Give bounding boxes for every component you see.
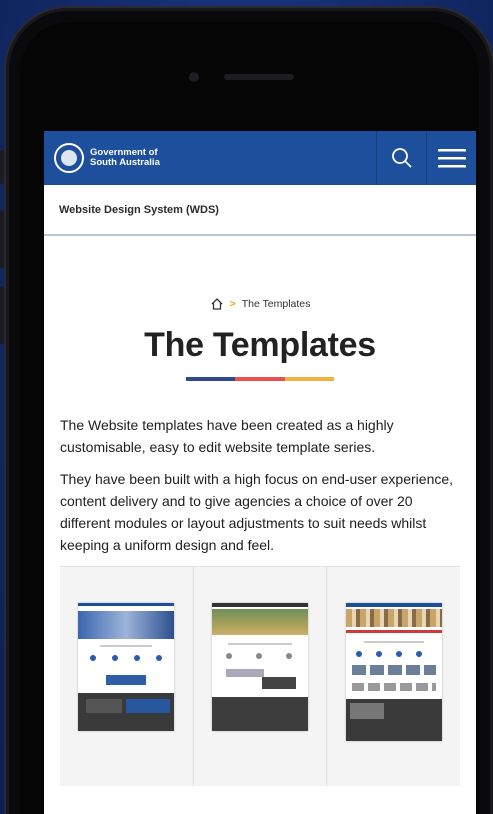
hamburger-menu-icon	[437, 149, 466, 168]
gov-header: Government of South Australia	[44, 131, 476, 185]
breadcrumb: > The Templates	[60, 297, 460, 311]
template-grid	[60, 566, 460, 786]
breadcrumb-separator: >	[229, 298, 236, 310]
template-preview-3	[345, 603, 442, 741]
front-camera	[189, 72, 199, 82]
detail-paragraph: They have been built with a high focus o…	[60, 471, 454, 553]
site-name-bar[interactable]: Website Design System (WDS)	[44, 185, 476, 236]
gov-logo[interactable]: Government of South Australia	[44, 131, 376, 185]
template-preview-1	[78, 603, 175, 731]
org-name-line2: South Australia	[90, 157, 160, 168]
template-card[interactable]	[194, 567, 328, 786]
mute-switch	[0, 150, 4, 184]
site-name[interactable]: Website Design System (WDS)	[59, 204, 219, 216]
title-divider	[186, 377, 334, 381]
home-icon[interactable]	[210, 297, 224, 311]
template-preview-2	[212, 603, 308, 731]
earpiece-speaker	[224, 74, 294, 80]
template-card[interactable]	[60, 567, 194, 786]
org-name: Government of South Australia	[90, 148, 160, 168]
page-title: The Templates	[144, 326, 376, 364]
volume-down-button	[0, 286, 4, 344]
intro-paragraph: The Website templates have been created …	[60, 417, 394, 455]
volume-up-button	[0, 210, 4, 268]
template-card[interactable]	[327, 567, 460, 786]
main-content: > The Templates The Templates The Websit…	[44, 297, 476, 786]
crest-icon	[54, 143, 84, 173]
search-button[interactable]	[376, 131, 426, 185]
phone-frame: Government of South Australia Website De…	[6, 8, 493, 814]
menu-button[interactable]	[426, 131, 476, 185]
search-icon	[391, 148, 412, 168]
phone-screen: Government of South Australia Website De…	[44, 131, 476, 814]
breadcrumb-current: The Templates	[241, 298, 311, 310]
